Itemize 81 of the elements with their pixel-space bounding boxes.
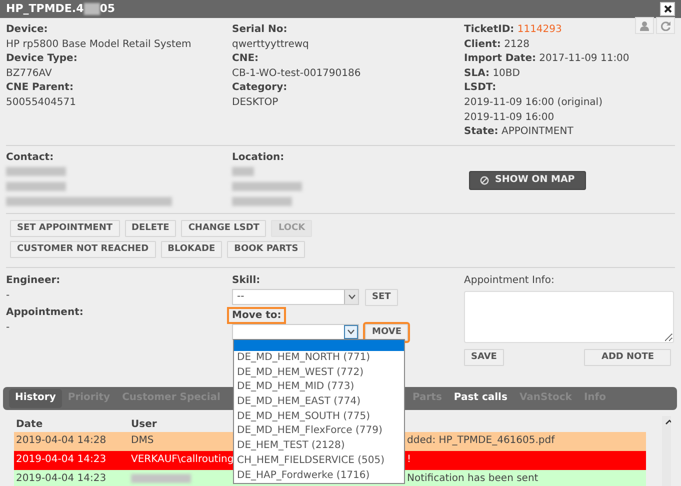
action-button[interactable]: MOVE [365,324,408,341]
field-label: Engineer: [6,274,62,288]
blurred-text [232,182,302,191]
column-header: Date [16,418,43,430]
field-label: Device: [6,23,49,37]
dropdown-option[interactable]: DE_MD_HEM_FlexForce (779) [234,424,404,440]
field-value: BZ776AV [6,66,53,81]
dropdown-option[interactable]: DE_HAP_Fordwerke (1716) [234,468,404,484]
close-icon [664,5,672,13]
info-field: SLA: 10BD [464,66,630,82]
field-label: Skill: [232,274,262,288]
table-cell: DMS [131,435,154,446]
info-field: Import Date: 2017-11-09 11:00 [464,52,630,67]
field-label: LSDT: [464,81,498,96]
refresh-icon [660,20,670,30]
appointment-info-field[interactable] [464,290,674,343]
user-button[interactable] [635,17,654,34]
field-label: Move to: [229,308,284,322]
field-value: 2019-11-09 16:00 (original) [464,96,604,110]
caret-icon [347,329,355,336]
user-icon [640,20,649,30]
show-on-map-button[interactable]: SHOW ON MAP [469,171,586,190]
blurred-text [6,182,66,191]
field-value: qwerttyyttrewq [232,38,310,52]
table-cell: VERKAUF\callrouting [131,454,234,466]
field-label: Appointment: [6,306,84,320]
blurred-text [131,474,191,483]
tab[interactable]: History [9,389,62,408]
info-field: Client: 2128 [464,38,630,52]
close-button[interactable] [660,2,675,16]
table-cell-text: 2019-04-04 14:23 [15,472,108,486]
table-cell: Notification has been sent [407,472,538,486]
add-note-button[interactable]: ADD NOTE [584,348,671,366]
field-label: Category: [232,81,288,96]
blurred-text [232,196,292,206]
action-button[interactable]: CHANGE LSDT [181,220,266,237]
blurred-text [232,167,254,176]
dropdown-option[interactable]: DE_HEM_TEST (2128) [234,439,404,454]
field-label: CNE Parent: [6,81,74,96]
table-cell-text: dded: HP_TPMDE_461605.pdf [407,434,555,448]
table-cell-text: 2019-04-04 14:28 [15,434,108,448]
dropdown-option[interactable]: DE_MD_HEM_NORTH (771) [234,351,404,366]
field-label: Serial No: [232,23,288,37]
field-value: - [6,288,11,303]
dropdown-option[interactable]: DE_MD_HEM_MID (773) [234,380,404,396]
field-label: CNE: [232,52,260,66]
save-button[interactable]: SAVE [464,348,504,366]
action-button[interactable]: SET [365,288,398,306]
dropdown-option[interactable]: DE_MD_HEM_EAST (774) [234,395,404,410]
field-value: CB-1-WO-test-001790186 [232,66,362,81]
dropdown-option[interactable]: DE_MD_HEM_SOUTH (775) [234,410,404,424]
field-label: Appointment Info: [464,274,556,288]
field-value: 2019-11-09 16:00 [464,110,556,125]
window-title: 05 [100,2,116,16]
info-field: State: APPOINTMENT [464,125,630,140]
action-button[interactable]: BLOKADE [160,241,222,258]
column-header: User [131,418,157,430]
dropdown-option[interactable]: CH_HEM_FIELDSERVICE (505) [234,454,404,468]
blurred-text [84,3,100,15]
action-button[interactable]: DELETE [124,220,176,237]
action-button[interactable]: SET APPOINTMENT [10,220,120,237]
field-value: 50055404571 [6,96,77,110]
field-label: Location: [232,151,286,165]
window-title: HP_TPMDE.4 [6,2,84,16]
blocked-icon [480,176,489,185]
table-cell-text: 2019-04-04 14:23 [15,453,108,468]
tab[interactable]: Past calls [448,389,514,408]
skill-select[interactable]: -- [232,289,359,306]
info-field: TicketID: 1114293 [464,23,630,38]
field-value: - [6,320,11,335]
action-button[interactable]: CUSTOMER NOT REACHED [10,241,156,258]
move-to-select[interactable] [232,324,359,340]
table-cell-text: ! [407,453,412,468]
field-value: DESKTOP [232,96,280,110]
action-button[interactable]: BOOK PARTS [227,241,306,258]
caret-icon [348,294,356,300]
field-label: Device Type: [6,52,78,66]
blurred-text [6,167,66,176]
dropdown-option[interactable]: DE_MD_HEM_WEST (772) [234,366,404,380]
field-label: Contact: [6,151,55,165]
field-value: HP rp5800 Base Model Retail System [6,38,192,52]
